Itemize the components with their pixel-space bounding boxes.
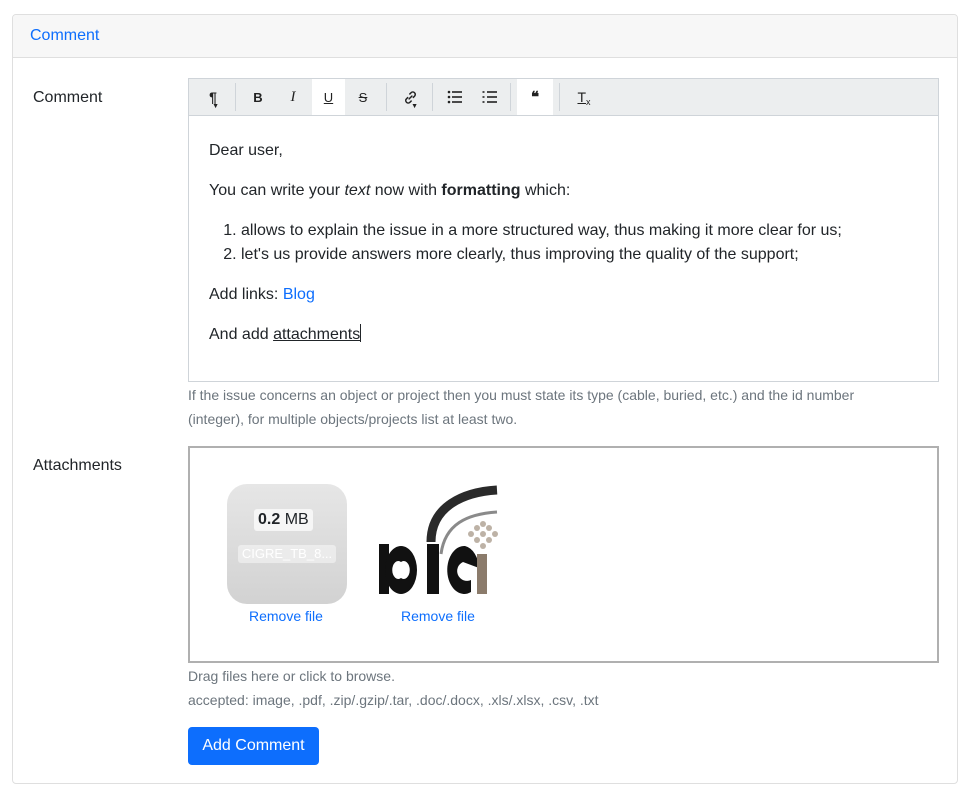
- bullet-list-button[interactable]: [440, 79, 470, 115]
- strikethrough-button[interactable]: S: [348, 79, 378, 115]
- bold-icon: B: [253, 89, 263, 105]
- clear-format-button[interactable]: Tx: [569, 79, 599, 115]
- remove-file-link[interactable]: Remove file: [249, 607, 323, 625]
- editor-toolbar: ¶ ▼ B I U S ▼ ❝ Tx: [189, 79, 938, 116]
- file-name: CIGRE_TB_8...: [238, 545, 336, 563]
- toolbar-divider: [510, 83, 511, 111]
- toolbar-divider: [559, 83, 560, 111]
- paragraph-format-button[interactable]: ¶ ▼: [199, 79, 227, 115]
- ordered-list-button[interactable]: [475, 79, 505, 115]
- list-item: allows to explain the issue in a more st…: [241, 219, 842, 243]
- strikethrough-icon: S: [358, 89, 368, 105]
- remove-file-link[interactable]: Remove file: [401, 607, 475, 625]
- dropzone-help-line-1: Drag files here or click to browse.: [188, 668, 395, 684]
- attachments-paragraph: And add attachments: [209, 324, 362, 343]
- toolbar-divider: [386, 83, 387, 111]
- dropdown-caret-icon: ▼: [212, 103, 219, 110]
- ordered-list: allows to explain the issue in a more st…: [209, 219, 842, 267]
- comment-label: Comment: [33, 89, 103, 106]
- attachments-dropzone[interactable]: 0.2 MB CIGRE_TB_8... Remove file Remove …: [188, 446, 939, 663]
- toolbar-divider: [235, 83, 236, 111]
- attachments-label: Attachments: [33, 457, 122, 474]
- dropdown-caret-icon: ▼: [411, 103, 418, 110]
- links-paragraph: Add links: Blog: [209, 286, 315, 303]
- greeting-paragraph: Dear user,: [209, 142, 283, 159]
- formatting-paragraph: You can write your text now with formatt…: [209, 182, 571, 199]
- comment-help-line-1: If the issue concerns an object or proje…: [188, 387, 855, 403]
- card-header: [13, 15, 957, 58]
- clear-format-icon: Tx: [577, 89, 591, 107]
- link-button[interactable]: ▼: [394, 79, 426, 115]
- underline-button[interactable]: U: [312, 79, 345, 115]
- italic-icon: I: [290, 88, 296, 105]
- blog-link[interactable]: Blog: [283, 286, 315, 303]
- ordered-list-icon: [482, 91, 497, 103]
- italic-button[interactable]: I: [278, 79, 308, 115]
- toolbar-divider: [432, 83, 433, 111]
- bold-button[interactable]: B: [243, 79, 273, 115]
- file-size: 0.2 MB: [254, 509, 313, 531]
- card-title: Comment: [30, 27, 100, 44]
- comment-help-line-2: (integer), for multiple objects/projects…: [188, 411, 518, 427]
- text-cursor: [360, 324, 362, 342]
- underline-icon: U: [323, 89, 334, 105]
- file-preview: 0.2 MB CIGRE_TB_8...: [227, 484, 347, 604]
- image-preview: [379, 484, 499, 604]
- blockquote-button[interactable]: ❝: [517, 79, 553, 115]
- add-comment-button[interactable]: Add Comment: [188, 727, 319, 765]
- bullet-list-icon: [447, 90, 462, 104]
- blockquote-icon: ❝: [530, 89, 540, 106]
- image-thumbnail: [379, 485, 498, 594]
- comment-editor: ¶ ▼ B I U S ▼ ❝ Tx Dear user, You can wr…: [188, 78, 939, 382]
- dropzone-help-line-2: accepted: image, .pdf, .zip/.gzip/.tar, …: [188, 692, 599, 708]
- list-item: let's us provide answers more clearly, t…: [241, 243, 842, 267]
